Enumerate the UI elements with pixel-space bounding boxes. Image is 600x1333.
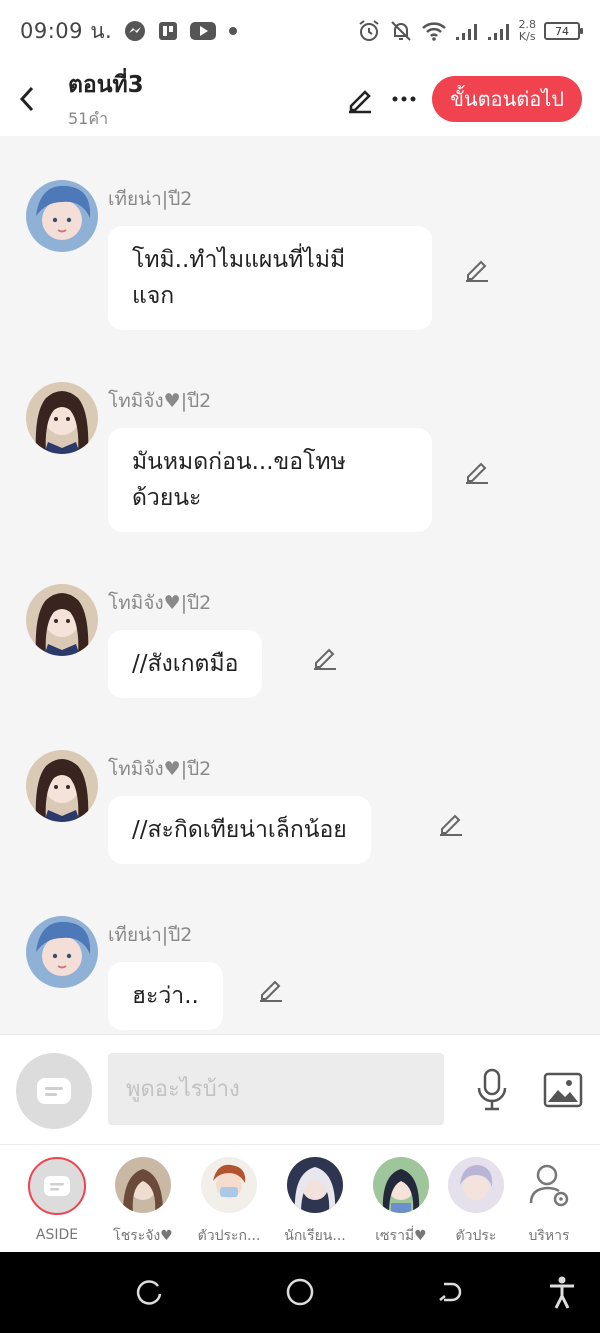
character-name: ASIDE xyxy=(35,1227,79,1243)
character-name: ตัวประก... xyxy=(197,1228,261,1244)
character-avatar xyxy=(287,1157,343,1213)
sender-name: เทียน่า|ปี2 xyxy=(108,924,193,946)
message-bubble[interactable]: //สะกิดเทียน่าเล็กน้อย xyxy=(108,796,371,864)
avatar[interactable] xyxy=(26,382,98,454)
pencil-icon xyxy=(349,90,372,114)
chevron-left-icon xyxy=(19,86,34,112)
more-button[interactable] xyxy=(382,77,426,121)
user-settings-icon xyxy=(529,1164,569,1207)
signal-icon xyxy=(455,21,479,41)
avatar[interactable] xyxy=(26,180,98,252)
avatar[interactable] xyxy=(26,584,98,656)
message-bubble[interactable]: มันหมดก่อน...ขอโทษ ด้วยนะ xyxy=(108,428,432,532)
page-title: ตอนที่3 xyxy=(68,71,144,98)
recent-apps-icon xyxy=(136,1280,162,1305)
aside-avatar xyxy=(28,1157,86,1215)
character-name: เซรามี่♥ xyxy=(375,1228,427,1244)
character-item[interactable]: ตัวประก... xyxy=(192,1157,266,1247)
home-button[interactable] xyxy=(280,1272,320,1312)
microphone-icon xyxy=(477,1068,507,1111)
character-name: นักเรียน... xyxy=(284,1228,346,1244)
character-item[interactable]: นักเรียน... xyxy=(278,1157,352,1247)
character-name: ตัวประ xyxy=(455,1228,497,1244)
edit-button[interactable] xyxy=(338,77,382,121)
chat-bubble-icon xyxy=(37,1078,71,1104)
back-button[interactable] xyxy=(0,62,54,136)
signal-icon xyxy=(487,21,511,41)
message-bubble[interactable]: //สังเกตมือ xyxy=(108,630,263,698)
more-icon xyxy=(392,96,416,102)
character-item[interactable]: เซรามี่♥ xyxy=(364,1157,438,1247)
wifi-icon xyxy=(421,20,447,42)
back-nav-button[interactable] xyxy=(430,1272,470,1312)
back-icon xyxy=(439,1282,462,1302)
accessibility-icon xyxy=(550,1276,574,1309)
pencil-icon xyxy=(466,260,488,282)
character-avatar xyxy=(448,1157,504,1213)
pencil-icon xyxy=(440,814,462,836)
accessibility-button[interactable] xyxy=(542,1272,582,1312)
message-input[interactable] xyxy=(108,1053,444,1125)
sender-name: โทมิจัง♥|ปี2 xyxy=(108,592,212,614)
battery-indicator: 74 xyxy=(544,22,583,40)
character-item[interactable]: โชระจัง♥ xyxy=(106,1157,180,1247)
app-icon xyxy=(158,21,178,41)
chat-area: เทียน่า|ปี2 โทมิ..ทำไมแผนที่ไม่มี แจก โท… xyxy=(0,136,600,1034)
character-name: บริหาร xyxy=(528,1228,570,1244)
dot-icon xyxy=(228,26,238,36)
sender-name: เทียน่า|ปี2 xyxy=(108,188,193,210)
header: ตอนที่3 51คำ ขั้นตอนต่อไป xyxy=(0,62,600,136)
edit-message-button[interactable] xyxy=(434,806,468,840)
alarm-icon xyxy=(357,19,381,43)
status-time: 09:09 น. xyxy=(20,18,113,43)
message-bubble[interactable]: โทมิ..ทำไมแผนที่ไม่มี แจก xyxy=(108,226,432,330)
manage-icon-wrap xyxy=(521,1157,577,1213)
edit-message-button[interactable] xyxy=(308,640,342,674)
character-name: โชระจัง♥ xyxy=(113,1228,173,1244)
mute-icon xyxy=(389,19,413,43)
pencil-icon xyxy=(260,980,282,1002)
character-avatar xyxy=(373,1157,429,1213)
avatar[interactable] xyxy=(26,750,98,822)
character-avatar xyxy=(201,1157,257,1213)
sender-name: โทมิจัง♥|ปี2 xyxy=(108,758,212,780)
character-selector: ASIDE โชระจัง♥ ตัวประก... นักเรียน... เซ… xyxy=(0,1144,600,1252)
word-count: 51คำ xyxy=(68,108,109,128)
pencil-icon xyxy=(466,462,488,484)
mic-button[interactable] xyxy=(470,1065,514,1115)
recent-apps-button[interactable] xyxy=(130,1272,170,1312)
chat-bubble-icon xyxy=(44,1176,70,1196)
character-aside[interactable]: ASIDE xyxy=(20,1157,94,1243)
pencil-icon xyxy=(314,648,336,670)
edit-message-button[interactable] xyxy=(460,252,494,286)
edit-message-button[interactable] xyxy=(254,972,288,1006)
sender-name: โทมิจัง♥|ปี2 xyxy=(108,390,212,412)
message-bubble[interactable]: ฮะว่า.. xyxy=(108,962,223,1030)
character-item[interactable]: ตัวประ xyxy=(440,1157,512,1247)
youtube-icon xyxy=(190,21,217,41)
message-input-bar xyxy=(0,1034,600,1144)
edit-message-button[interactable] xyxy=(460,454,494,488)
character-avatar xyxy=(115,1157,171,1213)
aside-toggle-button[interactable] xyxy=(16,1053,92,1129)
network-speed: 2.8 K/s xyxy=(518,18,537,43)
messenger-icon xyxy=(124,20,146,42)
next-step-button[interactable]: ขั้นตอนต่อไป xyxy=(432,76,582,122)
system-nav-bar xyxy=(0,1252,600,1333)
home-icon xyxy=(286,1278,314,1306)
manage-characters-button[interactable]: บริหาร xyxy=(514,1157,584,1247)
image-icon xyxy=(543,1072,583,1108)
image-button[interactable] xyxy=(540,1065,586,1115)
status-bar: 09:09 น. 2.8 K/s 74 xyxy=(0,0,600,62)
avatar[interactable] xyxy=(26,916,98,988)
